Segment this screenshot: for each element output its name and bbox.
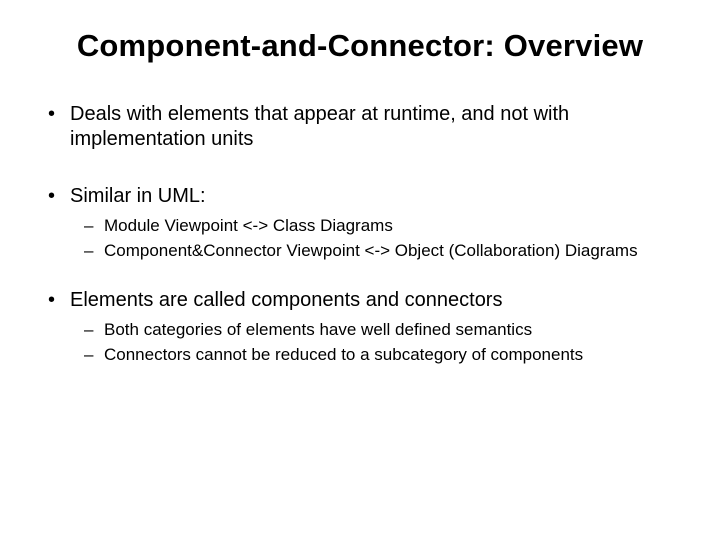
sub-bullet-item: Both categories of elements have well de… [70, 319, 680, 341]
bullet-item: Deals with elements that appear at runti… [40, 102, 680, 152]
sub-bullet-item: Module Viewpoint <-> Class Diagrams [70, 215, 680, 237]
sub-bullet-text: Component&Connector Viewpoint <-> Object… [104, 241, 638, 260]
bullet-item: Similar in UML: Module Viewpoint <-> Cla… [40, 184, 680, 262]
sub-bullet-text: Connectors cannot be reduced to a subcat… [104, 345, 583, 364]
slide: Component-and-Connector: Overview Deals … [0, 0, 720, 540]
bullet-item: Elements are called components and conne… [40, 288, 680, 366]
slide-title: Component-and-Connector: Overview [40, 28, 680, 64]
bullet-text: Similar in UML: [70, 185, 206, 207]
sub-bullet-text: Module Viewpoint <-> Class Diagrams [104, 216, 393, 235]
bullet-text: Elements are called components and conne… [70, 289, 502, 311]
sub-bullet-list: Both categories of elements have well de… [70, 319, 680, 366]
sub-bullet-text: Both categories of elements have well de… [104, 320, 532, 339]
sub-bullet-list: Module Viewpoint <-> Class Diagrams Comp… [70, 215, 680, 262]
sub-bullet-item: Component&Connector Viewpoint <-> Object… [70, 240, 680, 262]
bullet-list: Deals with elements that appear at runti… [40, 102, 680, 366]
sub-bullet-item: Connectors cannot be reduced to a subcat… [70, 344, 680, 366]
bullet-text: Deals with elements that appear at runti… [70, 103, 569, 150]
